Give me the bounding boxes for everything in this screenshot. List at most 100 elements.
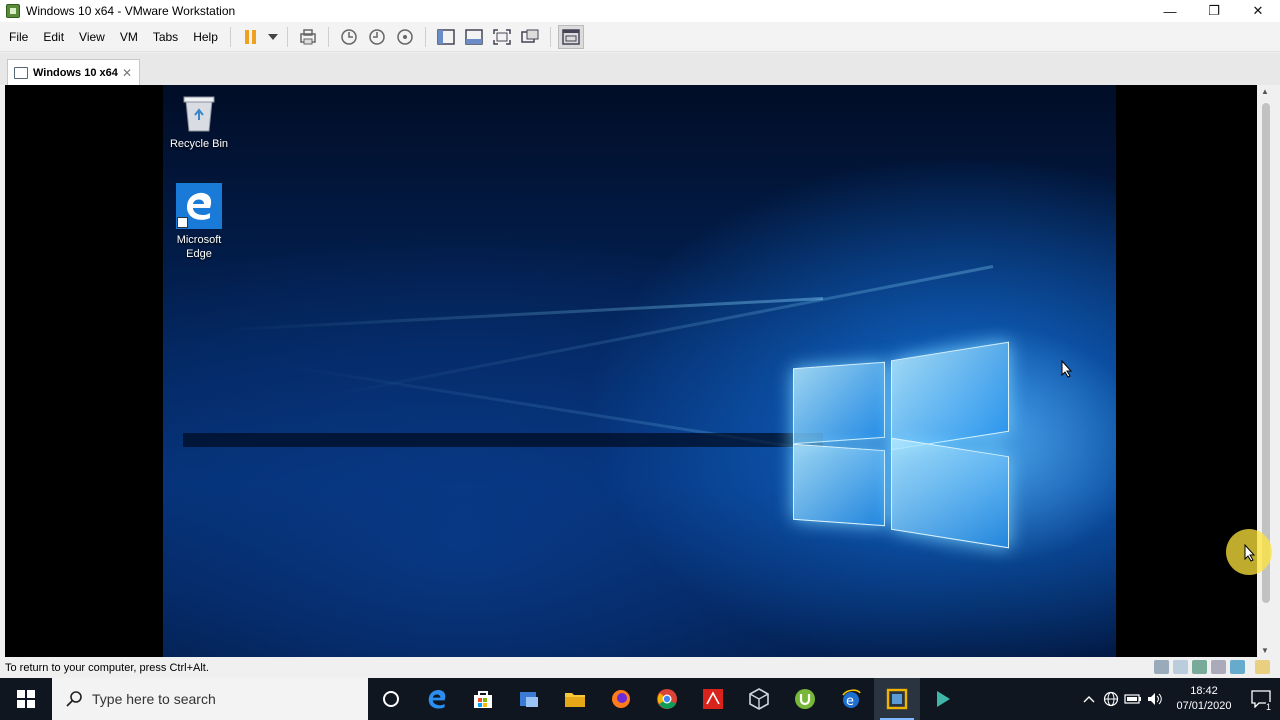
- cortana-icon: [383, 691, 399, 707]
- tab-windows-10-x64[interactable]: Windows 10 x64 ✕: [7, 59, 140, 85]
- restore-button[interactable]: ❐: [1192, 0, 1236, 22]
- taskbar-edge[interactable]: [414, 678, 460, 720]
- ie-icon: e: [842, 689, 861, 709]
- notification-count-badge: 1: [1265, 702, 1271, 712]
- utorrent-icon: [795, 689, 815, 709]
- clock-time: 18:42: [1190, 685, 1218, 697]
- windows-start-icon: [17, 690, 35, 708]
- file-explorer-icon: [565, 693, 585, 707]
- full-screen-icon: [493, 28, 511, 45]
- vmware-icon: [886, 688, 908, 710]
- firefox-icon: [612, 690, 630, 708]
- shadow-band: [183, 433, 823, 447]
- scrollbar-thumb[interactable]: [1262, 103, 1270, 603]
- battery-icon[interactable]: [1122, 678, 1144, 720]
- mouse-cursor-icon: [1061, 360, 1073, 378]
- taskbar-cortana[interactable]: [368, 678, 414, 720]
- taskbar-clock[interactable]: 18:42 07/01/2020: [1170, 684, 1238, 714]
- thumbnail-bar-button[interactable]: [461, 25, 487, 49]
- send-ctrl-alt-del-icon: [300, 28, 316, 44]
- taskbar-internet-explorer[interactable]: e: [828, 678, 874, 720]
- network-globe-icon[interactable]: [1100, 678, 1122, 720]
- toolbar-separator: [327, 26, 329, 47]
- power-dropdown-button[interactable]: [266, 25, 280, 49]
- menu-view[interactable]: View: [73, 30, 111, 44]
- recycle-bin-icon: [182, 93, 216, 133]
- close-button[interactable]: ✕: [1236, 0, 1280, 22]
- window-controls: — ❐ ✕: [1148, 0, 1280, 22]
- revert-snapshot-button[interactable]: [364, 25, 390, 49]
- send-ctrl-alt-del-button[interactable]: [295, 25, 321, 49]
- minimize-button[interactable]: —: [1148, 0, 1192, 22]
- desktop-icon-microsoft-edge[interactable]: Microsoft Edge: [164, 183, 234, 261]
- store-icon: [474, 691, 492, 708]
- console-view-icon: [562, 28, 580, 45]
- library-button[interactable]: [433, 25, 459, 49]
- start-button[interactable]: [0, 678, 52, 720]
- toolbar-separator: [549, 26, 551, 47]
- unity-button[interactable]: [517, 25, 543, 49]
- taskbar-media-app[interactable]: [920, 678, 966, 720]
- edge-icon: [176, 183, 222, 229]
- host-mouse-cursor-icon: [1244, 544, 1256, 562]
- action-center-button[interactable]: 1: [1242, 678, 1280, 720]
- hard-disk-icon[interactable]: [1154, 660, 1169, 674]
- taskbar-vmware[interactable]: [874, 678, 920, 720]
- desktop-icon-recycle-bin[interactable]: Recycle Bin: [164, 93, 234, 151]
- snapshot-button[interactable]: [336, 25, 362, 49]
- console-view-button[interactable]: [557, 24, 584, 49]
- pause-icon: [244, 29, 256, 44]
- scroll-down-icon[interactable]: ▼: [1261, 646, 1269, 655]
- menu-tabs[interactable]: Tabs: [147, 30, 184, 44]
- desktop-icon-label-line: Microsoft: [176, 234, 222, 246]
- cd-drive-icon[interactable]: [1173, 660, 1188, 674]
- menu-file[interactable]: File: [3, 30, 34, 44]
- taskbar-explorer-manager[interactable]: [506, 678, 552, 720]
- snapshot-manager-icon: [397, 28, 413, 45]
- show-hidden-icons-chevron-icon[interactable]: [1078, 678, 1100, 720]
- guest-desktop[interactable]: Recycle Bin Microsoft Edge: [163, 85, 1116, 657]
- taskbar-firefox[interactable]: [598, 678, 644, 720]
- unity-icon: [521, 29, 539, 43]
- tab-close-icon[interactable]: ✕: [122, 66, 132, 80]
- menu-edit[interactable]: Edit: [37, 30, 70, 44]
- snapshot-icon: [341, 28, 357, 45]
- full-screen-button[interactable]: [489, 25, 515, 49]
- chrome-icon: [657, 689, 677, 709]
- taskbar-acrobat[interactable]: [690, 678, 736, 720]
- message-log-icon[interactable]: [1255, 660, 1270, 674]
- explorer-manager-icon: [520, 692, 538, 707]
- status-bar: To return to your computer, press Ctrl+A…: [0, 657, 1280, 678]
- vm-icon: [14, 66, 28, 79]
- svg-text:e: e: [846, 694, 854, 709]
- toolbar-separator: [286, 26, 288, 47]
- desktop-icon-label: Microsoft Edge: [177, 233, 222, 261]
- light-beam: [223, 297, 824, 332]
- menu-vm[interactable]: VM: [114, 30, 144, 44]
- windows-taskbar: Type here to search e 18:42 07/01/2020 1: [0, 678, 1280, 720]
- taskbar-search-box[interactable]: Type here to search: [52, 678, 368, 720]
- menu-help[interactable]: Help: [187, 30, 224, 44]
- printer-icon[interactable]: [1211, 660, 1226, 674]
- taskbar-chrome[interactable]: [644, 678, 690, 720]
- status-message: To return to your computer, press Ctrl+A…: [5, 661, 209, 674]
- toolbar-separator: [424, 26, 426, 47]
- vm-console[interactable]: Recycle Bin Microsoft Edge: [5, 85, 1257, 657]
- pause-button[interactable]: [238, 25, 264, 49]
- network-adapter-icon[interactable]: [1192, 660, 1207, 674]
- scroll-up-icon[interactable]: ▲: [1261, 87, 1269, 96]
- taskbar-store[interactable]: [460, 678, 506, 720]
- edge-icon: [428, 689, 446, 709]
- taskbar-utorrent[interactable]: [782, 678, 828, 720]
- windows-logo: [793, 335, 1013, 555]
- dropdown-icon: [267, 33, 278, 40]
- taskbar-virtualbox[interactable]: [736, 678, 782, 720]
- taskbar-file-explorer[interactable]: [552, 678, 598, 720]
- vm-tab-strip: Windows 10 x64 ✕: [0, 53, 1280, 85]
- volume-icon[interactable]: [1144, 678, 1166, 720]
- sound-card-icon[interactable]: [1230, 660, 1245, 674]
- snapshot-manager-button[interactable]: [392, 25, 418, 49]
- desktop-icon-label-line: Edge: [186, 248, 212, 260]
- tab-label: Windows 10 x64: [33, 66, 118, 79]
- window-title: Windows 10 x64 - VMware Workstation: [26, 4, 236, 18]
